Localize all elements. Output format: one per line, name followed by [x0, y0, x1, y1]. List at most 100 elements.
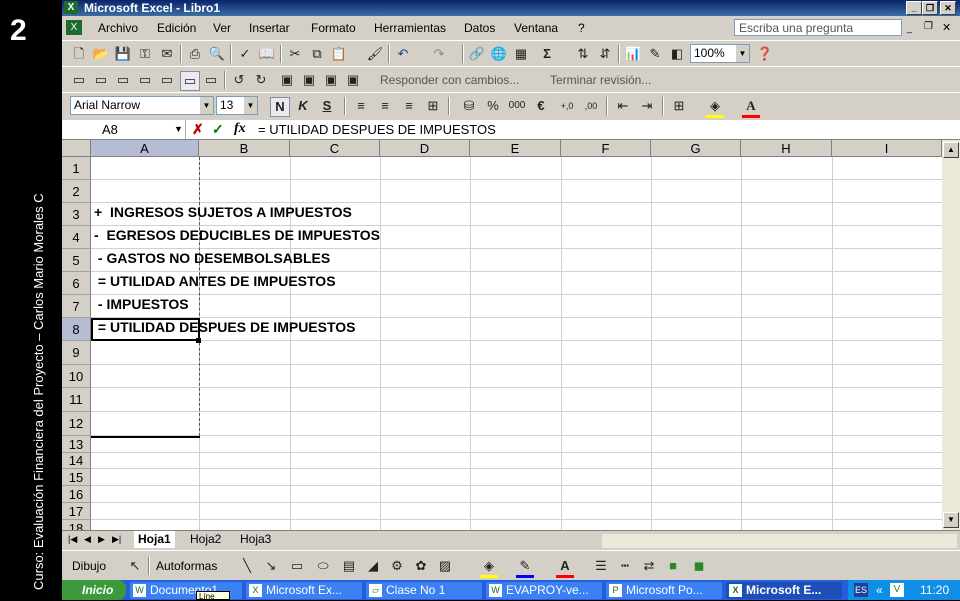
fill-handle[interactable]	[196, 338, 201, 343]
vertical-scrollbar[interactable]: ▲ ▼	[942, 140, 960, 530]
spelling-icon[interactable]: ✓	[236, 45, 254, 63]
review-icon-4[interactable]: ▭	[136, 71, 154, 89]
review-icon-10[interactable]: ▣	[278, 71, 296, 89]
row-header[interactable]: 17	[62, 503, 91, 520]
insert-function-button[interactable]: fx	[234, 121, 246, 137]
menu-datos[interactable]: Datos	[464, 21, 495, 35]
restore-button[interactable]: ❐	[922, 1, 938, 15]
row-header[interactable]: 10	[62, 365, 91, 388]
italic-button[interactable]: K	[294, 97, 312, 115]
row-header[interactable]: 13	[62, 436, 91, 453]
review-icon-7[interactable]: ▭	[202, 71, 220, 89]
textbox-icon[interactable]: ▤	[340, 557, 358, 575]
row-header[interactable]: 8	[62, 318, 91, 341]
name-box[interactable]: A8	[62, 120, 186, 139]
review-icon-13[interactable]: ▣	[344, 71, 362, 89]
row-header[interactable]: 15	[62, 469, 91, 486]
print-preview-icon[interactable]: 🔍	[208, 45, 226, 63]
tab-hoja2[interactable]: Hoja2	[186, 531, 225, 548]
row-header[interactable]: 2	[62, 180, 91, 203]
3d-icon[interactable]: ◼	[690, 557, 708, 575]
fill-color-icon[interactable]: ◈	[706, 97, 724, 118]
sort-asc-icon[interactable]: ⇅	[574, 45, 592, 63]
decrease-decimal-icon[interactable]: ,00	[582, 97, 600, 115]
task-microsoft-excel-1[interactable]: X Microsoft Ex...	[246, 582, 362, 599]
row-header[interactable]: 7	[62, 295, 91, 318]
row-header[interactable]: 18	[62, 520, 91, 530]
column-header-g[interactable]: G	[651, 140, 741, 157]
cell-a5[interactable]: - GASTOS NO DESEMBOLSABLES	[94, 250, 330, 266]
review-icon-12[interactable]: ▣	[322, 71, 340, 89]
hyperlink-icon[interactable]: 🔗	[468, 45, 486, 63]
select-objects-icon[interactable]: ↖	[126, 557, 144, 575]
email-icon[interactable]: ✉	[158, 45, 176, 63]
research-icon[interactable]: 📖	[258, 45, 276, 63]
tray-expand-icon[interactable]: «	[876, 580, 883, 600]
shadow-icon[interactable]: ■	[664, 557, 682, 575]
cancel-icon[interactable]: ✗	[192, 121, 204, 138]
web-icon[interactable]: 🌐	[490, 45, 508, 63]
currency-icon[interactable]: ⛁	[460, 97, 478, 115]
menu-ver[interactable]: Ver	[213, 21, 231, 35]
cut-icon[interactable]: ✂	[286, 45, 304, 63]
merge-center-icon[interactable]: ⊞	[424, 97, 442, 115]
draw-toggle-icon[interactable]: ◧	[668, 45, 686, 63]
align-left-icon[interactable]: ≡	[352, 97, 370, 115]
reply-changes-button[interactable]: Responder con cambios...	[380, 73, 519, 87]
cell-a7[interactable]: - IMPUESTOS	[94, 296, 189, 312]
row-header[interactable]: 6	[62, 272, 91, 295]
menu-formato[interactable]: Formato	[311, 21, 356, 35]
thousands-icon[interactable]: 000	[508, 97, 526, 115]
help-icon[interactable]: ❓	[756, 45, 774, 63]
review-icon-2[interactable]: ▭	[92, 71, 110, 89]
format-painter-icon[interactable]: 🖌	[366, 45, 384, 63]
review-icon-11[interactable]: ▣	[300, 71, 318, 89]
start-button[interactable]: Inicio	[62, 580, 126, 600]
formula-input[interactable]: = UTILIDAD DESPUES DE IMPUESTOS	[258, 122, 496, 137]
column-header-i[interactable]: I	[832, 140, 942, 157]
line-style-icon[interactable]: ☰	[592, 557, 610, 575]
menu-insertar[interactable]: Insertar	[249, 21, 290, 35]
align-center-icon[interactable]: ≡	[376, 97, 394, 115]
doc-restore-icon[interactable]: ❐	[924, 21, 933, 32]
font-color-draw-icon[interactable]: A	[556, 557, 574, 578]
column-header-b[interactable]: B	[199, 140, 290, 157]
font-size-select[interactable]: 13 ▼	[216, 96, 258, 115]
save-icon[interactable]: 💾	[114, 45, 132, 63]
clipart-icon[interactable]: ✿	[412, 557, 430, 575]
review-icon-5[interactable]: ▭	[158, 71, 176, 89]
doc-minimize-icon[interactable]: _	[907, 23, 912, 33]
menu-ventana[interactable]: Ventana	[514, 21, 558, 35]
workbook-icon[interactable]: X	[66, 20, 82, 35]
wordart-icon[interactable]: ◢	[364, 557, 382, 575]
autoshapes-menu-button[interactable]: Autoformas	[156, 559, 217, 573]
font-select[interactable]: Arial Narrow ▼	[70, 96, 214, 115]
dash-style-icon[interactable]: ┅	[616, 557, 634, 575]
percent-icon[interactable]: %	[484, 97, 502, 115]
doc-close-icon[interactable]: ✕	[942, 21, 951, 34]
cell-a8[interactable]: = UTILIDAD DESPUES DE IMPUESTOS	[94, 319, 356, 335]
redo-icon[interactable]: ↷	[430, 45, 448, 63]
column-header-d[interactable]: D	[380, 140, 470, 157]
chevron-down-icon[interactable]: ▼	[174, 124, 183, 134]
font-color-icon[interactable]: A	[742, 97, 760, 118]
task-evaproy[interactable]: W EVAPROY-ve...	[486, 582, 602, 599]
task-microsoft-powerpoint[interactable]: P Microsoft Po...	[606, 582, 722, 599]
menu-edicion[interactable]: Edición	[157, 21, 196, 35]
copy-icon[interactable]: ⧉	[308, 45, 326, 63]
rectangle-icon[interactable]: ▭	[288, 557, 306, 575]
minimize-button[interactable]: _	[906, 1, 922, 15]
bold-button[interactable]: N	[270, 97, 290, 117]
borders-icon[interactable]: ⊞	[670, 97, 688, 115]
open-icon[interactable]: 📂	[92, 45, 110, 63]
row-header[interactable]: 3	[62, 203, 91, 226]
picture-icon[interactable]: ▨	[436, 557, 454, 575]
row-header[interactable]: 12	[62, 412, 91, 436]
column-header-a[interactable]: A	[91, 140, 199, 157]
enter-icon[interactable]: ✓	[212, 121, 224, 138]
row-header[interactable]: 14	[62, 453, 91, 469]
new-icon[interactable]: 🗋	[70, 45, 88, 63]
column-header-f[interactable]: F	[561, 140, 651, 157]
tab-hoja1[interactable]: Hoja1	[134, 531, 175, 548]
review-icon-6[interactable]: ▭	[180, 71, 200, 91]
